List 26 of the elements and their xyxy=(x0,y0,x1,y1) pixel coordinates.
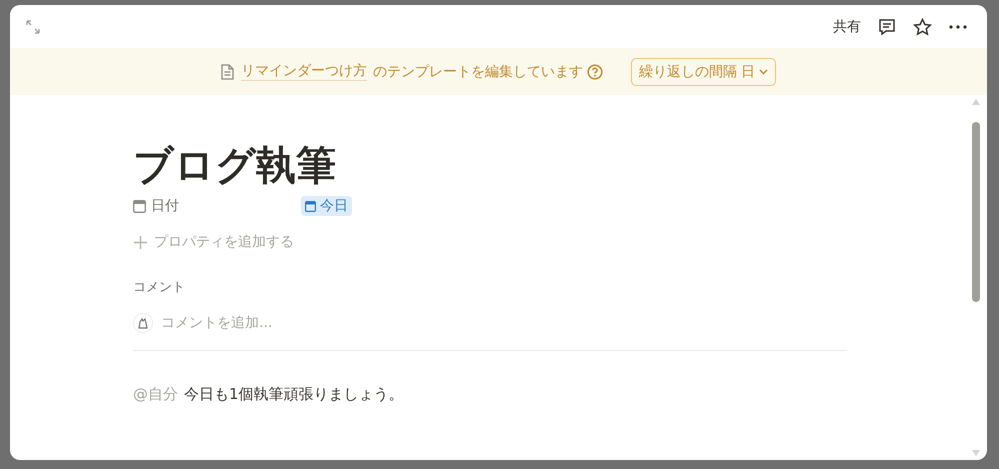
property-name: 日付 xyxy=(151,197,179,215)
avatar-icon xyxy=(133,313,153,333)
scroll-up-icon[interactable] xyxy=(972,99,980,105)
plus-icon xyxy=(133,234,148,250)
comment-field[interactable]: コメントを追加... xyxy=(161,315,461,331)
body-text: 今日も1個執筆頑張りましょう。 xyxy=(184,385,404,404)
page-title: ブログ執筆 xyxy=(133,142,337,191)
help-icon[interactable] xyxy=(586,64,603,80)
comment-icon[interactable] xyxy=(878,18,896,36)
calendar-icon xyxy=(133,200,146,212)
template-link[interactable]: リマインダーつけ方 xyxy=(240,62,367,81)
share-button[interactable]: 共有 xyxy=(833,18,861,36)
scroll-down-icon[interactable] xyxy=(972,450,980,456)
document-icon xyxy=(220,64,234,80)
more-icon[interactable] xyxy=(949,24,967,28)
comments-heading: コメント xyxy=(133,279,186,297)
scrollbar-thumb[interactable] xyxy=(972,122,980,302)
star-icon[interactable] xyxy=(913,18,932,36)
repeat-interval-button[interactable]: 繰り返しの間隔 日 xyxy=(630,58,776,86)
calendar-icon xyxy=(305,200,316,212)
add-property-button[interactable]: プロパティを追加する xyxy=(133,230,847,254)
mention-link[interactable]: @自分 xyxy=(133,385,178,404)
date-chip[interactable]: 今日 xyxy=(301,196,352,216)
banner-message: のテンプレートを編集しています xyxy=(372,62,583,80)
chevron-down-icon xyxy=(759,68,768,74)
expand-icon[interactable] xyxy=(26,20,40,34)
